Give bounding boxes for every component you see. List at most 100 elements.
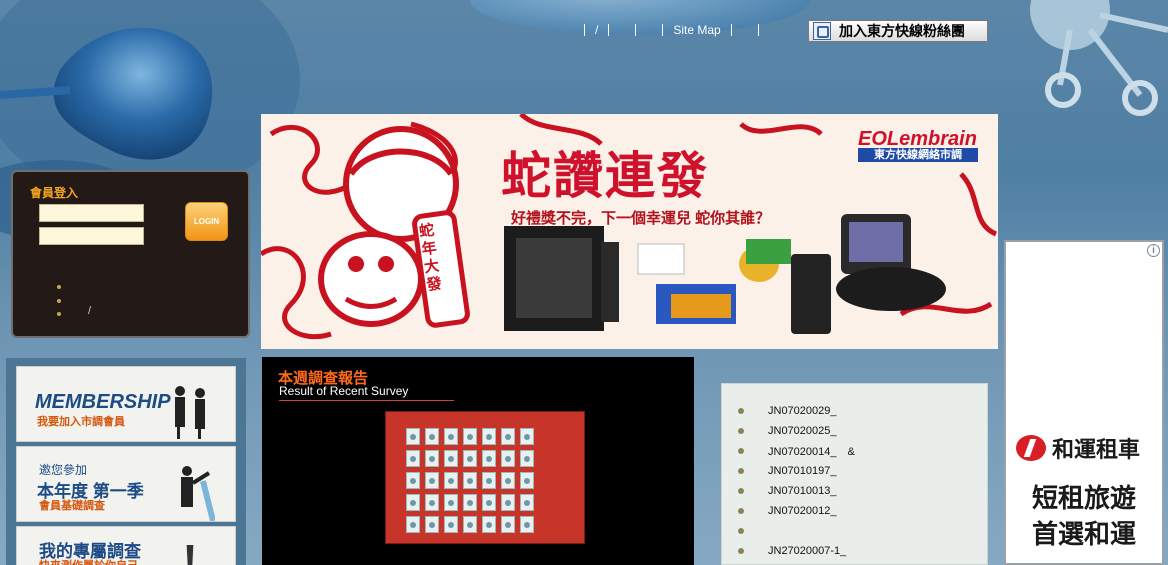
- nav-separator: [608, 24, 610, 36]
- ad-line-2: 首選和運: [1031, 520, 1136, 550]
- bullet-icon: [738, 528, 744, 534]
- bullet-icon: [738, 468, 744, 474]
- season-subtitle: 會員基礎調查: [39, 500, 105, 512]
- nav-separator: [757, 24, 759, 36]
- survey-image-tile: [501, 472, 515, 489]
- nav-separator: [662, 24, 664, 36]
- report-list-item[interactable]: JN07020012_: [738, 504, 837, 518]
- report-code: JN07020014_ &: [768, 446, 855, 458]
- survey-image-tile: [520, 450, 534, 467]
- membership-card[interactable]: MEMBERSHIP 我要加入市調會員: [16, 366, 236, 442]
- nav-slash[interactable]: /: [595, 23, 598, 37]
- banner-subtitle: 好禮獎不完，下一個幸運兒 蛇你其誰？: [511, 210, 771, 227]
- nav-separator: [584, 24, 585, 36]
- ad-banner[interactable]: i 和運租車 短租旅遊 首選和運: [1004, 240, 1164, 565]
- top-nav: / Site Map: [574, 21, 769, 39]
- survey-image-tile: [444, 428, 458, 445]
- nav-separator: [635, 24, 637, 36]
- survey-image-tile: [425, 428, 439, 445]
- survey-image-tile: [482, 516, 496, 533]
- password-input[interactable]: [39, 227, 144, 245]
- survey-image-tile: [444, 450, 458, 467]
- exclusive-survey-card[interactable]: 我的專屬調查 快來測作屬於你自己: [16, 526, 236, 565]
- login-link-bullet: [57, 285, 61, 289]
- ad-info-icon[interactable]: i: [1147, 244, 1160, 257]
- banner-logo-text: EOLembrain: [858, 128, 977, 150]
- survey-image-tile: [520, 428, 534, 445]
- survey-image[interactable]: [385, 411, 585, 544]
- survey-image-tile: [463, 428, 477, 445]
- survey-image-tile: [520, 494, 534, 511]
- recent-survey-panel: 本週調查報告 Result of Recent Survey: [262, 357, 694, 565]
- survey-image-tile: [444, 472, 458, 489]
- login-title: 會員登入: [30, 186, 79, 200]
- banner-logo-subtitle: 東方快線網絡市調: [858, 148, 978, 162]
- report-list-item[interactable]: JN27020007-1_: [738, 544, 846, 558]
- report-code: JN07020029_: [768, 405, 837, 417]
- survey-image-tile: [444, 516, 458, 533]
- survey-image-tile: [406, 494, 420, 511]
- survey-image-tile: [501, 494, 515, 511]
- membership-title: MEMBERSHIP: [35, 391, 171, 413]
- report-list: JN07020029_ JN07020025_ JN07020014_ & JN070…: [721, 383, 988, 565]
- survey-image-tile: [482, 428, 496, 445]
- survey-image-tile: [406, 472, 420, 489]
- survey-image-tile: [463, 516, 477, 533]
- report-code: JN07020012_: [768, 505, 837, 517]
- survey-image-tile: [425, 516, 439, 533]
- bullet-icon: [738, 508, 744, 514]
- survey-image-tile: [482, 472, 496, 489]
- survey-image-tile: [501, 516, 515, 533]
- side-menu: MEMBERSHIP 我要加入市調會員 邀您參加 本年度 第一季 會員基礎調查 …: [6, 358, 246, 565]
- bullet-icon: [738, 548, 744, 554]
- exclusive-subtitle: 快來測作屬於你自己: [39, 557, 138, 565]
- survey-image-tile: [425, 494, 439, 511]
- season-invite: 邀您參加: [39, 463, 88, 477]
- survey-divider: [279, 400, 454, 401]
- login-link-bullet: [57, 299, 61, 303]
- survey-image-tile: [406, 516, 420, 533]
- join-fans-label: 加入東方快線粉絲團: [839, 23, 965, 39]
- username-input[interactable]: [39, 204, 144, 222]
- report-code: JN07020025_: [768, 425, 837, 437]
- report-list-item[interactable]: [738, 524, 768, 538]
- banner-title: 蛇讚連發: [501, 146, 709, 205]
- survey-image-tile: [425, 472, 439, 489]
- nav-sitemap-link[interactable]: Site Map: [673, 23, 720, 37]
- survey-image-tile: [463, 472, 477, 489]
- report-list-item[interactable]: JN07020025_: [738, 424, 837, 438]
- survey-image-tile: [425, 450, 439, 467]
- survey-image-tile: [463, 450, 477, 467]
- season-survey-card[interactable]: 邀您參加 本年度 第一季 會員基礎調查: [16, 446, 236, 522]
- businessman-pointing-icon: [181, 466, 215, 521]
- login-button[interactable]: LOGIN: [185, 202, 228, 241]
- bullet-icon: [738, 408, 744, 414]
- nav-separator: [730, 24, 732, 36]
- report-list-item[interactable]: JN07010013_: [738, 484, 837, 498]
- survey-subtitle: Result of Recent Survey: [279, 384, 409, 398]
- survey-image-tile: [520, 516, 534, 533]
- report-list-item[interactable]: JN07020029_: [738, 404, 837, 418]
- membership-subtitle: 我要加入市調會員: [37, 416, 125, 428]
- report-code: JN07010013_: [768, 485, 837, 497]
- hotai-logo-icon: [1016, 435, 1046, 461]
- login-link-slash[interactable]: /: [88, 305, 91, 317]
- report-list-item[interactable]: JN07020014_ &: [738, 444, 855, 458]
- survey-image-tile: [406, 428, 420, 445]
- bullet-icon: [738, 448, 744, 454]
- survey-image-tile: [463, 494, 477, 511]
- bullet-icon: [738, 488, 744, 494]
- report-code: JN07010197_: [768, 465, 837, 477]
- survey-image-tile: [520, 472, 534, 489]
- login-link-bullet: [57, 312, 61, 316]
- login-panel: 會員登入 LOGIN /: [11, 170, 250, 338]
- survey-image-tile: [501, 450, 515, 467]
- report-code: JN27020007-1_: [768, 545, 847, 557]
- join-fans-button[interactable]: 加入東方快線粉絲團: [808, 20, 988, 42]
- bullet-icon: [738, 428, 744, 434]
- survey-image-tile: [501, 428, 515, 445]
- promo-banner[interactable]: 蛇讚連發 好禮獎不完，下一個幸運兒 蛇你其誰？ EOLembrain 東方快線網…: [261, 114, 998, 349]
- report-list-item[interactable]: JN07010197_: [738, 464, 837, 478]
- survey-image-tile: [482, 450, 496, 467]
- ad-brand: 和運租車: [1052, 437, 1141, 462]
